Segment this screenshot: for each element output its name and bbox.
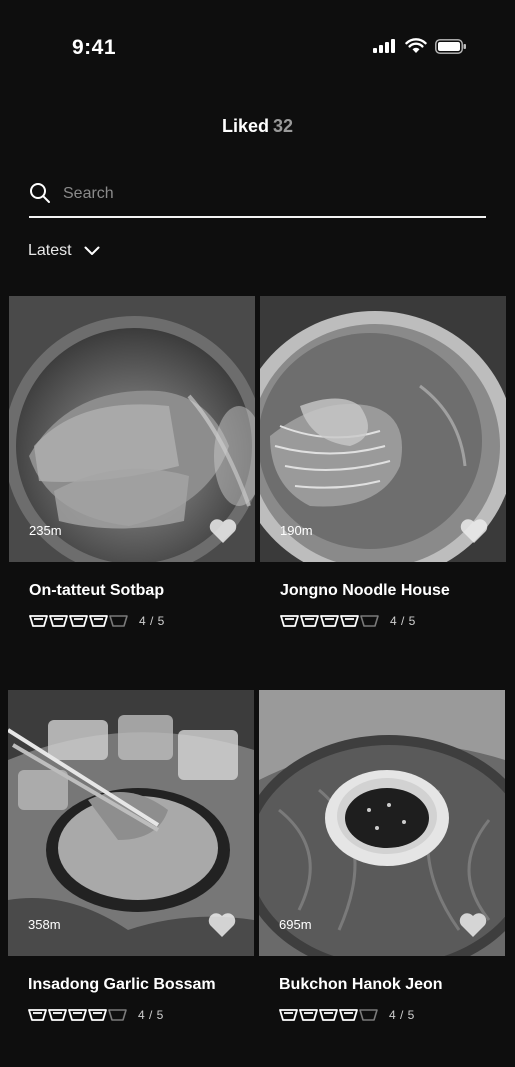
restaurant-card[interactable]: 190m Jongno Noodle House 4 / 5 [260,296,506,628]
bowl-rating-icons [280,615,379,627]
heart-icon[interactable] [209,518,237,544]
liked-count: 32 [272,116,294,136]
food-photo-noodles[interactable]: 190m [260,296,506,562]
restaurant-name[interactable]: Jongno Noodle House [280,582,450,600]
status-bar: 9:41 [0,0,515,90]
rating-text: 4 / 5 [139,614,165,628]
rating: 4 / 5 [29,614,165,628]
rating: 4 / 5 [28,1008,164,1022]
bowl-rating-icons [279,1009,378,1021]
bowl-rating-icons [28,1009,127,1021]
food-photo-jeon[interactable]: 695m [259,690,505,956]
restaurant-card[interactable]: 358m Insadong Garlic Bossam 4 / 5 [8,690,254,1022]
bowl-rating-icons [29,615,128,627]
rating: 4 / 5 [280,614,416,628]
rating: 4 / 5 [279,1008,415,1022]
status-time: 9:41 [72,36,117,59]
food-photo-bossam[interactable]: 358m [8,690,254,956]
sort-label: Latest [28,242,72,259]
distance-label: 235m [29,523,62,538]
food-photo-rice-bowl[interactable]: 235m [9,296,255,562]
sort-dropdown[interactable]: Latest [28,242,100,260]
search-bar[interactable] [29,176,486,218]
rating-text: 4 / 5 [138,1008,164,1022]
signal-icon [373,39,395,53]
restaurant-name[interactable]: Insadong Garlic Bossam [28,976,216,994]
search-input[interactable] [63,180,463,208]
page-title-label: Liked [221,116,269,136]
heart-icon[interactable] [208,912,236,938]
heart-icon[interactable] [459,912,487,938]
restaurant-name[interactable]: Bukchon Hanok Jeon [279,976,443,994]
wifi-icon [405,38,427,53]
restaurant-name[interactable]: On-tatteut Sotbap [29,582,164,600]
page-title: Liked 32 [0,116,515,137]
rating-text: 4 / 5 [390,614,416,628]
distance-label: 695m [279,917,312,932]
search-icon [30,183,50,203]
chevron-down-icon [84,246,100,255]
battery-icon [435,38,466,54]
distance-label: 358m [28,917,61,932]
restaurant-card[interactable]: 695m Bukchon Hanok Jeon 4 / 5 [259,690,505,1022]
restaurant-card[interactable]: 235m On-tatteut Sotbap 4 / 5 [9,296,255,628]
heart-icon[interactable] [460,518,488,544]
rating-text: 4 / 5 [389,1008,415,1022]
system-icons [373,38,467,54]
distance-label: 190m [280,523,313,538]
